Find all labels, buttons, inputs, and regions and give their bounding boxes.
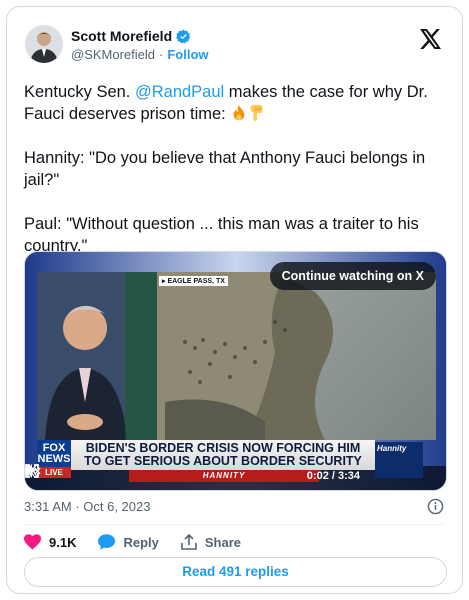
- location-tag: ▸ EAGLE PASS, TX: [159, 276, 228, 286]
- video-player[interactable]: ▸ EAGLE PASS, TX Continue watching on X …: [24, 251, 447, 491]
- video-time: 0:02 / 3:34: [306, 470, 360, 482]
- share-button[interactable]: Share: [181, 534, 241, 550]
- heart-icon: [24, 534, 41, 550]
- like-count: 9.1K: [49, 534, 77, 550]
- author-handle-row: @SKMorefield · Follow: [71, 47, 209, 62]
- tweet-card: Scott Morefield @SKMorefield · Follow Ke…: [6, 6, 463, 594]
- avatar[interactable]: [25, 25, 63, 63]
- share-label: Share: [204, 534, 242, 550]
- mention-link[interactable]: @RandPaul: [135, 83, 224, 101]
- pointing-down-emoji-icon: [251, 104, 263, 122]
- continue-watching-button[interactable]: Continue watching on X: [269, 262, 436, 290]
- author-name-row[interactable]: Scott Morefield: [71, 28, 191, 44]
- separator: ·: [159, 47, 164, 62]
- reply-button[interactable]: Reply: [98, 534, 159, 550]
- x-logo-icon[interactable]: [420, 29, 442, 49]
- read-replies-button[interactable]: Read 491 replies: [24, 557, 447, 587]
- video-controls: 0:02 / 3:34: [25, 464, 446, 490]
- tweet-paragraph-1: Kentucky Sen. @RandPaul makes the case f…: [24, 81, 444, 125]
- reply-bubble-icon: [98, 534, 116, 550]
- tweet-paragraph-2: Hannity: "Do you believe that Anthony Fa…: [24, 149, 426, 189]
- tweet-text-segment: Kentucky Sen.: [24, 83, 135, 101]
- like-button[interactable]: 9.1K: [24, 534, 76, 550]
- fire-emoji-icon: [233, 104, 245, 121]
- channel-logo-text: FOX NEWS: [37, 442, 71, 465]
- tweet-actions: 9.1K Reply Share: [24, 532, 263, 552]
- tweet-text: Kentucky Sen. @RandPaul makes the case f…: [24, 81, 444, 279]
- tweet-header: Scott Morefield @SKMorefield · Follow: [25, 23, 446, 67]
- share-icon: [181, 534, 197, 550]
- follow-button[interactable]: Follow: [167, 47, 208, 62]
- verified-badge-icon: [176, 29, 191, 43]
- author-display-name[interactable]: Scott Morefield: [71, 28, 172, 44]
- divider: [24, 524, 445, 525]
- reply-label: Reply: [123, 534, 159, 550]
- info-icon[interactable]: [427, 498, 444, 515]
- fullscreen-icon[interactable]: [25, 464, 39, 478]
- author-handle[interactable]: @SKMorefield: [71, 47, 155, 62]
- tweet-timestamp[interactable]: 3:31 AM · Oct 6, 2023: [24, 499, 150, 514]
